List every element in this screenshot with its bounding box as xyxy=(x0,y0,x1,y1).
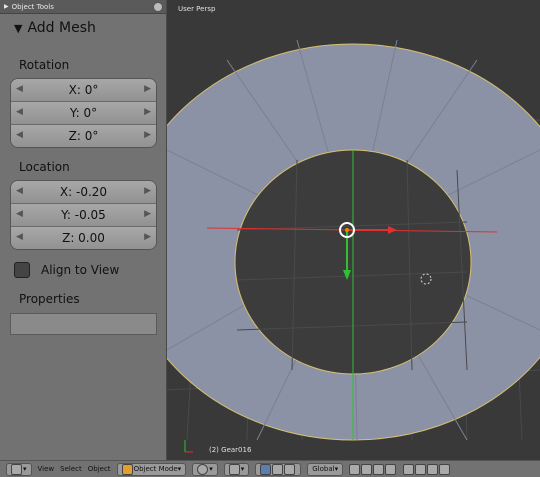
rotation-label: Rotation xyxy=(19,58,70,72)
layer-icon[interactable] xyxy=(349,463,361,475)
object-menu[interactable]: Object xyxy=(88,465,111,473)
properties-field[interactable] xyxy=(10,313,157,335)
orientation-selector[interactable]: Global ▾ xyxy=(307,462,344,476)
rotation-x-field[interactable]: ◀ X: 0° ▶ xyxy=(11,79,156,102)
decrement-arrow-icon[interactable]: ◀ xyxy=(16,130,23,140)
decrement-arrow-icon[interactable]: ◀ xyxy=(16,232,23,242)
location-fields: ◀ X: -0.20 ▶ ◀ Y: -0.05 ▶ ◀ Z: 0.00 ▶ xyxy=(10,180,157,250)
rotation-y-field[interactable]: ◀ Y: 0° ▶ xyxy=(11,102,156,125)
rotate-icon xyxy=(284,463,296,475)
rotation-z-value: Z: 0° xyxy=(68,129,99,143)
decrement-arrow-icon[interactable]: ◀ xyxy=(16,84,23,94)
3d-view-header: ▾ View Select Object Object Mode ▾ ▾ ▾ G… xyxy=(0,460,540,477)
camera-icon[interactable] xyxy=(439,463,451,475)
decrement-arrow-icon[interactable]: ◀ xyxy=(16,107,23,117)
rotation-y-value: Y: 0° xyxy=(69,106,98,120)
layer-buttons[interactable] xyxy=(349,463,397,475)
location-x-field[interactable]: ◀ X: -0.20 ▶ xyxy=(11,181,156,204)
rotation-z-field[interactable]: ◀ Z: 0° ▶ xyxy=(11,125,156,147)
shading-button[interactable]: ▾ xyxy=(192,462,218,476)
properties-label: Properties xyxy=(19,292,80,306)
viewport-canvas[interactable] xyxy=(167,0,540,460)
sphere-icon xyxy=(197,463,209,475)
decrement-arrow-icon[interactable]: ◀ xyxy=(16,186,23,196)
increment-arrow-icon[interactable]: ▶ xyxy=(144,186,151,196)
manipulator-icon xyxy=(260,463,272,475)
align-to-view-label: Align to View xyxy=(41,263,120,277)
translate-icon xyxy=(272,463,284,475)
viewport-object-info: (2) Gear016 xyxy=(209,446,252,454)
increment-arrow-icon[interactable]: ▶ xyxy=(144,107,151,117)
expand-arrow-icon[interactable]: ▼ xyxy=(14,22,22,35)
editor-type-button[interactable]: ▾ xyxy=(6,462,32,476)
3d-viewport[interactable]: User Persp (2) Gear016 xyxy=(167,0,540,460)
checkbox-box[interactable] xyxy=(14,262,30,278)
layer-icon[interactable] xyxy=(361,463,373,475)
add-mesh-header[interactable]: ▼ Add Mesh xyxy=(14,20,96,36)
orientation-label: Global xyxy=(312,465,335,473)
increment-arrow-icon[interactable]: ▶ xyxy=(144,209,151,219)
select-menu[interactable]: Select xyxy=(60,465,82,473)
manipulator-toggle[interactable] xyxy=(255,462,302,476)
align-to-view-checkbox[interactable]: Align to View xyxy=(14,262,119,278)
pivot-icon xyxy=(228,463,240,475)
panel-header-label: Object Tools xyxy=(11,2,54,11)
mode-label: Object Mode xyxy=(133,465,178,473)
location-y-field[interactable]: ◀ Y: -0.05 ▶ xyxy=(11,204,156,227)
view-menu[interactable]: View xyxy=(38,465,55,473)
increment-arrow-icon[interactable]: ▶ xyxy=(144,130,151,140)
viewport-icon xyxy=(11,463,22,475)
rotation-x-value: X: 0° xyxy=(68,83,99,97)
panel-header[interactable]: ▶ Object Tools xyxy=(0,0,166,14)
decrement-arrow-icon[interactable]: ◀ xyxy=(16,209,23,219)
render-icon[interactable] xyxy=(427,463,439,475)
cube-icon xyxy=(121,463,133,475)
location-label: Location xyxy=(19,160,70,174)
layer-icon[interactable] xyxy=(385,463,397,475)
location-x-value: X: -0.20 xyxy=(59,185,108,199)
snap-icon[interactable] xyxy=(403,463,415,475)
increment-arrow-icon[interactable]: ▶ xyxy=(144,232,151,242)
object-tools-panel: ▶ Object Tools ▼ Add Mesh Rotation ◀ X: … xyxy=(0,0,167,460)
rotation-fields: ◀ X: 0° ▶ ◀ Y: 0° ▶ ◀ Z: 0° ▶ xyxy=(10,78,157,148)
mode-selector[interactable]: Object Mode ▾ xyxy=(116,462,187,476)
panel-pin-icon[interactable] xyxy=(153,2,163,12)
collapse-triangle-icon[interactable]: ▶ xyxy=(4,3,9,10)
origin-dot-icon xyxy=(345,228,349,232)
viewport-title: User Persp xyxy=(178,5,216,13)
location-z-field[interactable]: ◀ Z: 0.00 ▶ xyxy=(11,227,156,249)
increment-arrow-icon[interactable]: ▶ xyxy=(144,84,151,94)
location-z-value: Z: 0.00 xyxy=(62,231,105,245)
magnet-icon[interactable] xyxy=(415,463,427,475)
pivot-button[interactable]: ▾ xyxy=(223,462,250,476)
layer-icon[interactable] xyxy=(373,463,385,475)
location-y-value: Y: -0.05 xyxy=(61,208,106,222)
add-mesh-title: Add Mesh xyxy=(27,20,96,36)
snap-buttons[interactable] xyxy=(403,463,451,475)
